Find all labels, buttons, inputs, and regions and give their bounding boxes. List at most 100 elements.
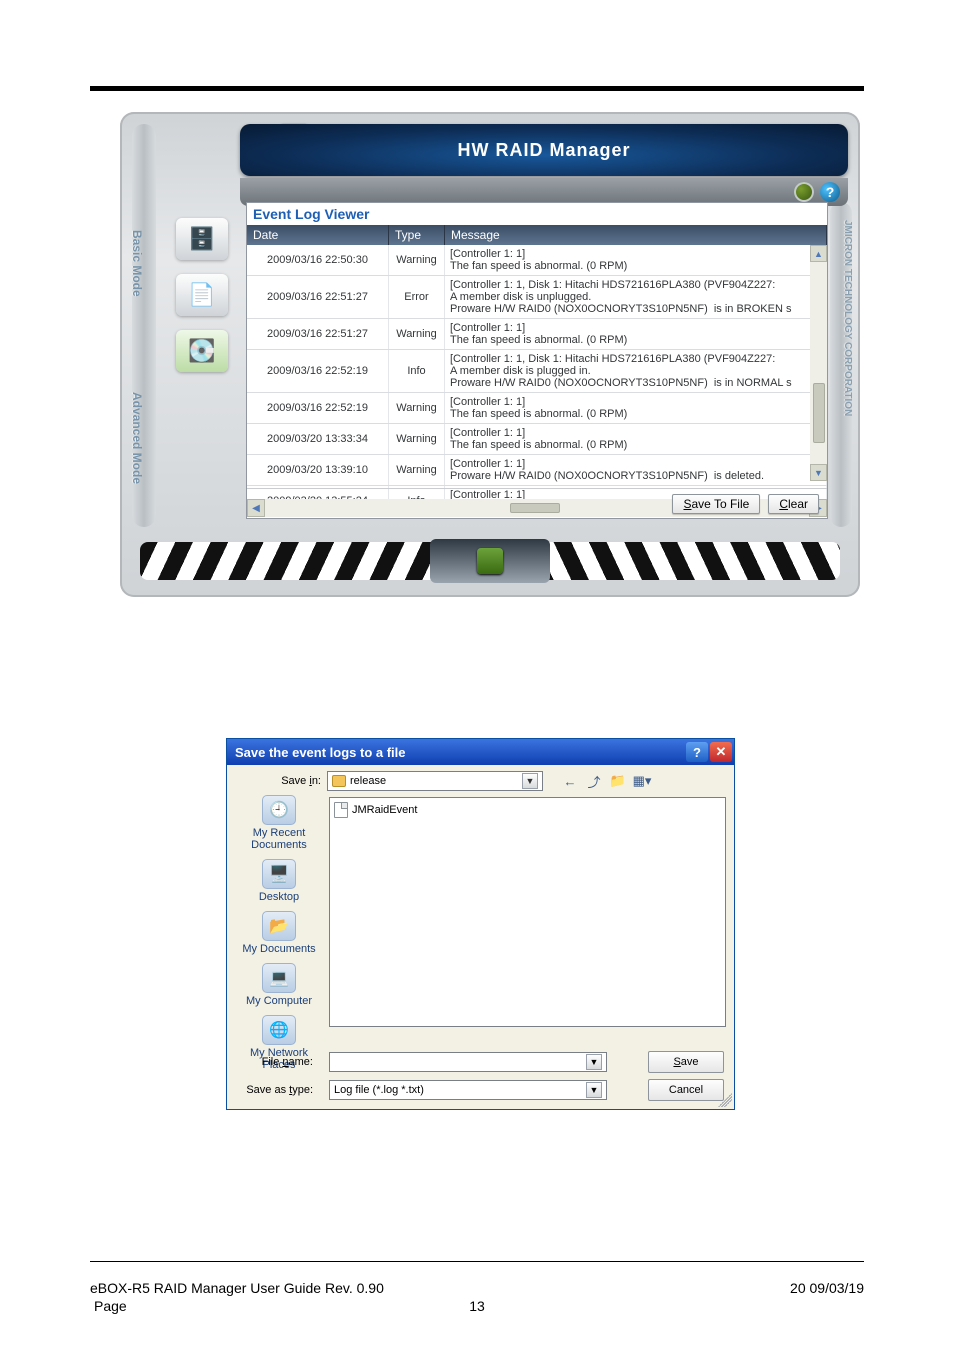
- cell-message: [Controller 1: 1] The fan speed is abnor…: [445, 245, 827, 275]
- resize-grip-icon[interactable]: [718, 1093, 732, 1107]
- center-pad: [430, 539, 550, 583]
- save-as-type-label: Save as type:: [235, 1084, 313, 1096]
- sidebar-icon-disk-info[interactable]: 🗄️: [176, 218, 228, 260]
- col-header-date[interactable]: Date: [247, 225, 389, 245]
- table-row[interactable]: 2009/03/16 22:50:30Warning[Controller 1:…: [247, 245, 827, 276]
- up-one-level-icon[interactable]: ⤴: [585, 772, 603, 790]
- file-item-label: JMRaidEvent: [352, 804, 417, 816]
- place-my-documents[interactable]: 📂My Documents: [242, 911, 315, 955]
- footer-rule: [90, 1261, 864, 1262]
- chevron-down-icon[interactable]: ▼: [586, 1082, 602, 1098]
- cell-type: Error: [389, 276, 445, 318]
- basic-mode-label[interactable]: Basic Mode: [130, 230, 144, 297]
- cell-date: 2009/03/16 22:52:19: [247, 393, 389, 423]
- save-as-type-combo[interactable]: Log file (*.log *.txt) ▼: [329, 1080, 607, 1100]
- cell-message: [Controller 1: 1] The fan speed is abnor…: [445, 424, 827, 454]
- footer-right: 20 09/03/19: [790, 1280, 864, 1296]
- save-button[interactable]: Save: [648, 1051, 724, 1073]
- chevron-down-icon[interactable]: ▼: [586, 1054, 602, 1070]
- cell-message: [Controller 1: 1] The fan speed is abnor…: [445, 393, 827, 423]
- cell-type: Warning: [389, 319, 445, 349]
- table-row[interactable]: 2009/03/20 13:39:10Warning[Controller 1:…: [247, 455, 827, 486]
- save-dialog: Save the event logs to a file ? ✕ Save i…: [226, 738, 735, 1110]
- save-in-combo[interactable]: release ▼: [327, 771, 543, 791]
- brand-vertical-label: JMICRON TECHNOLOGY CORPORATION: [842, 220, 853, 416]
- cell-type: Info: [389, 350, 445, 392]
- table-row[interactable]: 2009/03/16 22:51:27Warning[Controller 1:…: [247, 319, 827, 350]
- cell-message: [Controller 1: 1] Proware H/W RAID0 (NOX…: [445, 455, 827, 485]
- cell-date: 2009/03/16 22:50:30: [247, 245, 389, 275]
- cancel-button[interactable]: Cancel: [648, 1079, 724, 1101]
- save-in-value: release: [350, 775, 386, 787]
- help-icon[interactable]: ?: [820, 182, 840, 202]
- scroll-down-arrow[interactable]: ▼: [810, 464, 827, 481]
- table-row[interactable]: 2009/03/16 22:52:19Warning[Controller 1:…: [247, 393, 827, 424]
- cell-date: 2009/03/16 22:51:27: [247, 276, 389, 318]
- col-header-message[interactable]: Message: [445, 225, 827, 245]
- cell-type: Warning: [389, 245, 445, 275]
- hw-raid-manager-window: ✕ HW RAID Manager ? Basic Mode Advanced …: [120, 112, 860, 597]
- panel-footer: Save To File Clear: [247, 488, 827, 518]
- cell-date: 2009/03/16 22:52:19: [247, 350, 389, 392]
- app-title: HW RAID Manager: [457, 140, 630, 160]
- sidebar-icon-basic-setup[interactable]: 💽: [176, 330, 228, 372]
- cell-date: 2009/03/20 13:33:34: [247, 424, 389, 454]
- sidebar-icon-event-log[interactable]: 📄: [176, 274, 228, 316]
- back-icon[interactable]: ←: [561, 772, 579, 790]
- dialog-close-icon[interactable]: ✕: [710, 742, 732, 762]
- chevron-down-icon[interactable]: ▼: [522, 773, 538, 789]
- bottom-decorative-strip: [140, 539, 840, 583]
- event-log-panel: Event Log Viewer Date Type Message 2009/…: [246, 202, 828, 519]
- table-row[interactable]: 2009/03/20 13:33:34Warning[Controller 1:…: [247, 424, 827, 455]
- places-bar: 🕘My Recent Documents 🖥️Desktop 📂My Docum…: [235, 795, 323, 1071]
- place-desktop[interactable]: 🖥️Desktop: [259, 859, 299, 903]
- save-to-file-button[interactable]: Save To File: [672, 494, 760, 514]
- folder-icon: [332, 775, 346, 787]
- text-file-icon: [334, 802, 348, 818]
- page-footer: eBOX-R5 RAID Manager User Guide Rev. 0.9…: [90, 1280, 864, 1296]
- cell-message: [Controller 1: 1, Disk 1: Hitachi HDS721…: [445, 350, 827, 392]
- cell-type: Warning: [389, 424, 445, 454]
- dialog-title-bar: Save the event logs to a file ? ✕: [227, 739, 734, 765]
- footer-page-number: 13: [0, 1298, 954, 1314]
- new-folder-icon[interactable]: 📁: [609, 772, 627, 790]
- chevron-right-decor: [536, 542, 840, 580]
- dialog-toolbar-icons: ← ⤴ 📁 ▦▾: [561, 772, 651, 790]
- col-header-type[interactable]: Type: [389, 225, 445, 245]
- scroll-up-arrow[interactable]: ▲: [810, 245, 827, 262]
- filename-label: File name:: [235, 1056, 313, 1068]
- vscroll-thumb[interactable]: [813, 383, 825, 443]
- table-row[interactable]: 2009/03/16 22:52:19Info[Controller 1: 1,…: [247, 350, 827, 393]
- clear-button[interactable]: Clear: [768, 494, 819, 514]
- center-chip-icon: [477, 548, 503, 574]
- cell-message: [Controller 1: 1] The fan speed is abnor…: [445, 319, 827, 349]
- cell-type: Warning: [389, 393, 445, 423]
- page-top-rule: [90, 86, 864, 91]
- footer-left: eBOX-R5 RAID Manager User Guide Rev. 0.9…: [90, 1280, 384, 1296]
- file-list-pane[interactable]: JMRaidEvent: [329, 797, 726, 1027]
- cell-date: 2009/03/20 13:39:10: [247, 455, 389, 485]
- advanced-mode-label[interactable]: Advanced Mode: [130, 392, 144, 484]
- file-item[interactable]: JMRaidEvent: [334, 802, 721, 818]
- grid-header: Date Type Message: [247, 225, 827, 245]
- place-recent-documents[interactable]: 🕘My Recent Documents: [235, 795, 323, 851]
- filename-input[interactable]: ▼: [329, 1052, 607, 1072]
- app-title-bar: HW RAID Manager: [240, 124, 848, 176]
- volume-icon[interactable]: [794, 182, 814, 202]
- save-as-type-value: Log file (*.log *.txt): [334, 1084, 424, 1096]
- save-in-label: Save in:: [235, 775, 321, 787]
- sidebar-icons: 🗄️ 📄 💽: [176, 218, 236, 386]
- panel-title: Event Log Viewer: [247, 203, 827, 225]
- grid-body: 2009/03/16 22:50:30Warning[Controller 1:…: [247, 245, 827, 499]
- cell-message: [Controller 1: 1, Disk 1: Hitachi HDS721…: [445, 276, 827, 318]
- dialog-help-icon[interactable]: ?: [686, 742, 708, 762]
- chevron-left-decor: [140, 542, 444, 580]
- cell-date: 2009/03/16 22:51:27: [247, 319, 389, 349]
- place-my-computer[interactable]: 💻My Computer: [246, 963, 312, 1007]
- vscroll-track[interactable]: [810, 262, 827, 464]
- dialog-title: Save the event logs to a file: [235, 745, 406, 760]
- vertical-scrollbar[interactable]: ▲ ▼: [810, 245, 827, 481]
- views-icon[interactable]: ▦▾: [633, 772, 651, 790]
- table-row[interactable]: 2009/03/16 22:51:27Error[Controller 1: 1…: [247, 276, 827, 319]
- cell-type: Warning: [389, 455, 445, 485]
